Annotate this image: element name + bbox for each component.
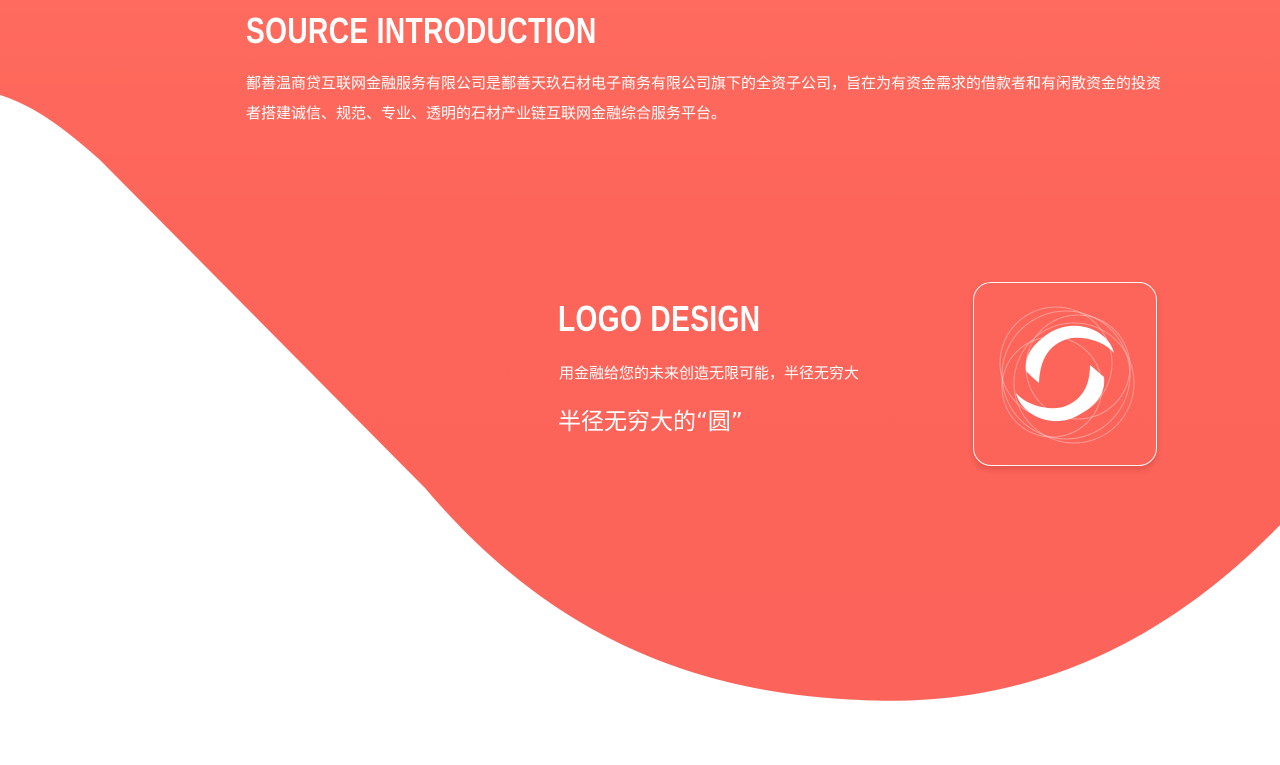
circular-swirl-logo-icon xyxy=(999,306,1135,444)
source-introduction-body: 鄯善温商贷互联网金融服务有限公司是鄯善天玖石材电子商务有限公司旗下的全资子公司，… xyxy=(246,74,1162,122)
source-introduction-title: SOURCE INTRODUCTION xyxy=(246,10,597,51)
logo-card xyxy=(973,282,1157,466)
logo-design-title: LOGO DESIGN xyxy=(558,298,761,339)
logo-tagline: 用金融给您的未来创造无限可能，半径无穷大 xyxy=(559,364,860,382)
brand-presentation-page: SOURCE INTRODUCTION 鄯善温商贷互联网金融服务有限公司是鄯善天… xyxy=(0,0,1280,765)
logo-slogan: 半径无穷大的“圆” xyxy=(558,409,743,435)
